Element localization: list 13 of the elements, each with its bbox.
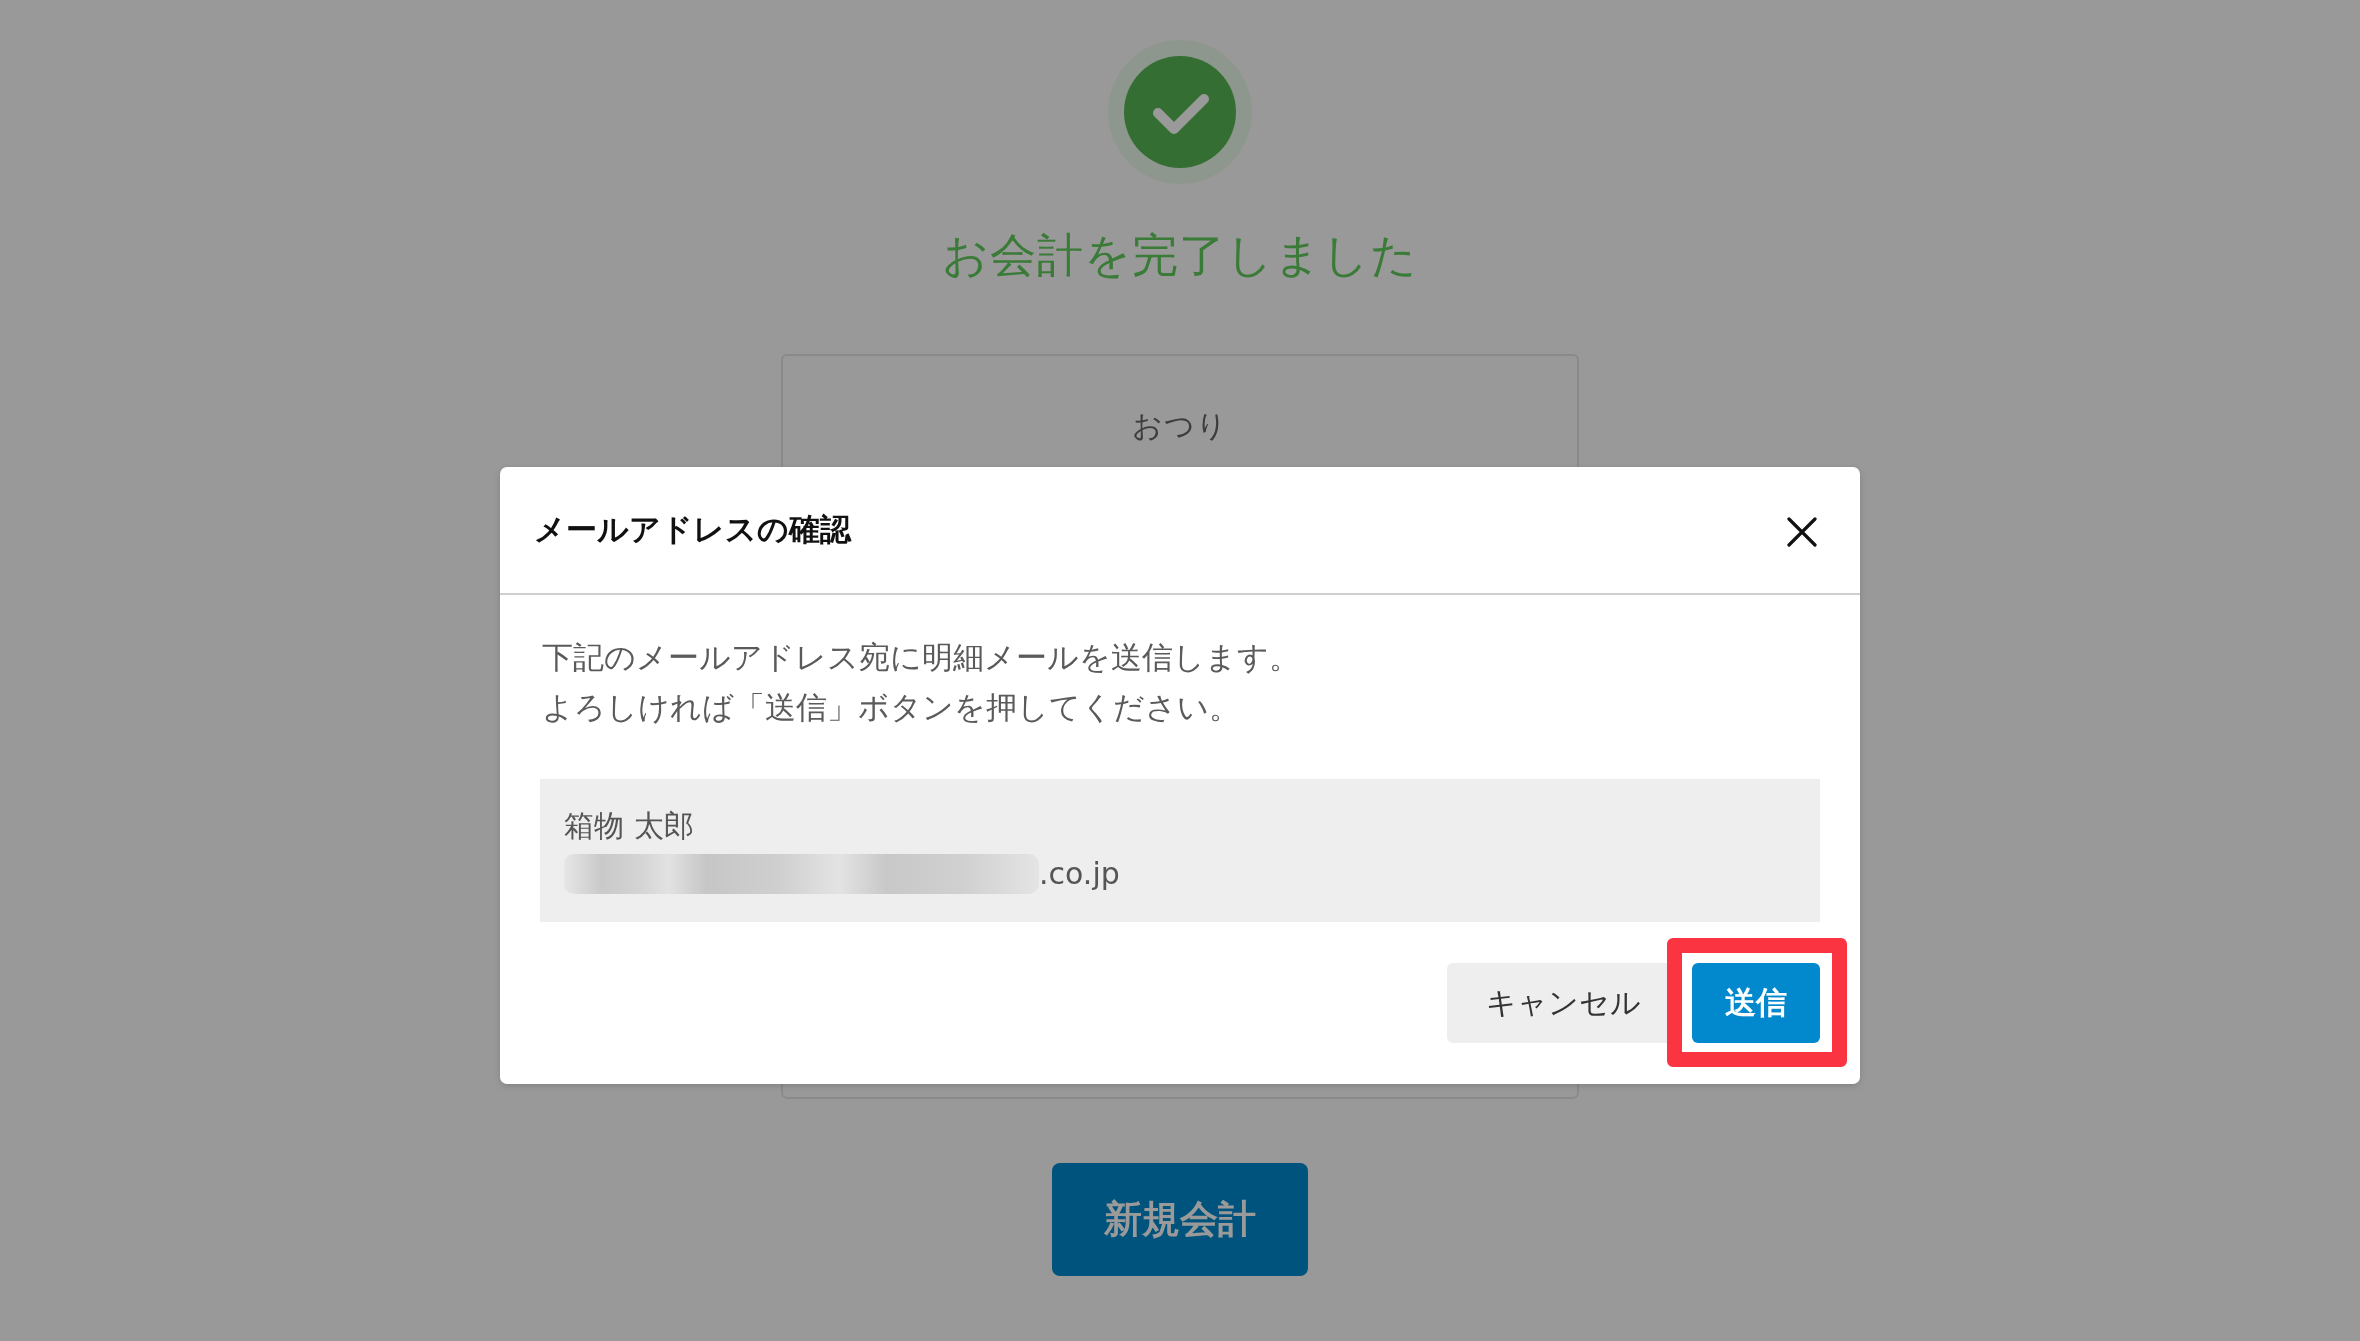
completion-title: お会計を完了しました	[942, 227, 1418, 284]
dialog-title: メールアドレスの確認	[534, 510, 851, 549]
dialog-message: 下記のメールアドレス宛に明細メールを送信します。	[542, 638, 1300, 677]
new-checkout-button[interactable]: 新規会計	[1052, 1163, 1308, 1276]
change-label: おつり	[1132, 407, 1228, 445]
recipient-name: 箱物 太郎	[564, 807, 694, 845]
check-circle-icon	[1108, 40, 1252, 184]
close-icon	[1787, 517, 1817, 547]
cancel-button[interactable]: キャンセル	[1447, 963, 1667, 1043]
send-button[interactable]: 送信	[1692, 963, 1820, 1043]
close-button[interactable]	[1787, 517, 1817, 547]
dialog-message: よろしければ「送信」ボタンを押してください。	[542, 688, 1240, 727]
recipient-email: .co.jp	[1039, 855, 1120, 893]
